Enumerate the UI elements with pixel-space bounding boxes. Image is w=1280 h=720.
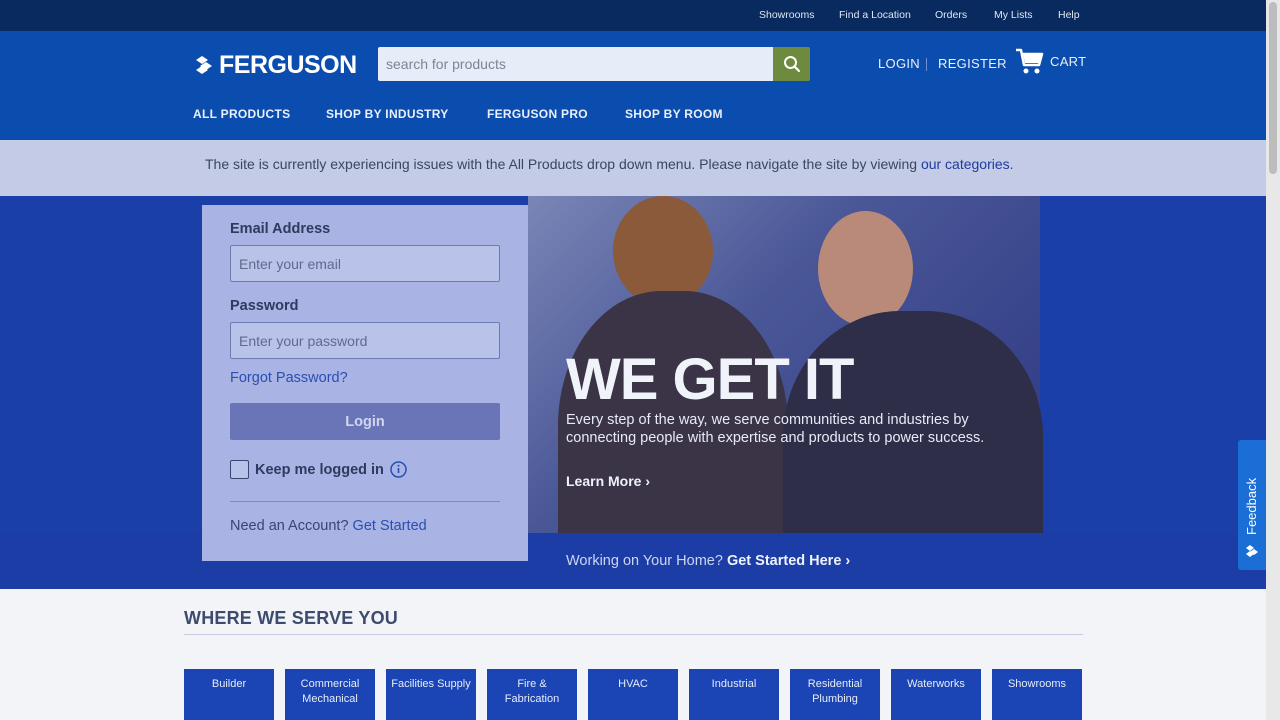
hero-person-right-head xyxy=(818,211,913,326)
serve-tile-facilities-supply[interactable]: Facilities Supply xyxy=(386,669,476,720)
password-field[interactable] xyxy=(230,322,500,359)
page-scrollbar[interactable] xyxy=(1266,0,1280,720)
cart-icon xyxy=(1016,48,1044,74)
keep-logged-in: Keep me logged in xyxy=(230,460,407,479)
working-on-home: Working on Your Home? Get Started Here › xyxy=(566,553,850,569)
nav-all-products[interactable]: ALL PRODUCTS xyxy=(193,107,290,121)
tile-label: Waterworks xyxy=(907,678,965,690)
tile-label: Commercial Mechanical xyxy=(300,678,360,705)
logo-text: FERGUSON xyxy=(219,50,357,79)
login-button[interactable]: Login xyxy=(230,403,500,440)
tile-label: Residential Plumbing xyxy=(807,678,863,705)
util-link-find-location[interactable]: Find a Location xyxy=(839,9,911,21)
info-icon[interactable] xyxy=(390,461,407,478)
password-label: Password xyxy=(230,298,299,314)
tile-label: HVAC xyxy=(618,678,648,690)
search-input[interactable] xyxy=(378,47,773,81)
util-link-showrooms[interactable]: Showrooms xyxy=(759,9,814,21)
serve-tile-showrooms[interactable]: Showrooms xyxy=(992,669,1082,720)
search-bar xyxy=(378,47,810,81)
register-link[interactable]: REGISTER xyxy=(938,56,1007,71)
alert-text: The site is currently experiencing issue… xyxy=(205,156,921,172)
serve-tile-industrial[interactable]: Industrial xyxy=(689,669,779,720)
feedback-label: Feedback xyxy=(1244,477,1259,535)
keep-logged-in-checkbox[interactable] xyxy=(230,460,249,479)
site-header: FERGUSON LOGIN REGISTER CART ALL PRODUCT… xyxy=(0,31,1266,140)
where-we-serve-title: WHERE WE SERVE YOU xyxy=(184,608,398,628)
hero-person-left-head xyxy=(613,196,713,306)
email-field[interactable] xyxy=(230,245,500,282)
hero-title: WE GET IT xyxy=(566,347,854,412)
ferguson-logo[interactable]: FERGUSON xyxy=(193,51,357,79)
cart-button[interactable]: CART xyxy=(1014,46,1086,76)
alert-message: The site is currently experiencing issue… xyxy=(205,156,1014,172)
card-divider xyxy=(230,501,500,502)
nav-shop-by-industry[interactable]: SHOP BY INDUSTRY xyxy=(326,107,449,121)
keep-logged-in-label: Keep me logged in xyxy=(255,461,384,478)
forgot-password-link[interactable]: Forgot Password? xyxy=(230,370,348,386)
feedback-tab[interactable]: Feedback xyxy=(1238,440,1266,570)
email-label: Email Address xyxy=(230,221,331,237)
tile-label: Facilities Supply xyxy=(391,678,471,690)
tile-label: Industrial xyxy=(711,678,757,690)
util-link-help[interactable]: Help xyxy=(1058,9,1080,21)
utility-bar: Showrooms Find a Location Orders My List… xyxy=(0,0,1266,31)
ferguson-logo-icon xyxy=(196,56,212,74)
scrollbar-thumb[interactable] xyxy=(1269,2,1277,174)
search-icon xyxy=(783,56,800,73)
tile-label: Fire & Fabrication xyxy=(504,678,560,705)
login-card: Email Address Password Forgot Password? … xyxy=(202,205,528,561)
serve-tile-hvac[interactable]: HVAC xyxy=(588,669,678,720)
hero-section: WE GET IT Every step of the way, we serv… xyxy=(0,196,1266,589)
tile-label: Showrooms xyxy=(1007,678,1067,690)
account-divider xyxy=(926,58,927,71)
hero-description: Every step of the way, we serve communit… xyxy=(566,412,985,446)
serve-tile-waterworks[interactable]: Waterworks xyxy=(891,669,981,720)
need-account: Need an Account? Get Started xyxy=(230,518,427,534)
site-alert-banner: The site is currently experiencing issue… xyxy=(0,140,1266,196)
get-started-link[interactable]: Get Started xyxy=(353,518,427,534)
working-prefix: Working on Your Home? xyxy=(566,553,723,569)
serve-divider xyxy=(184,634,1083,635)
nav-ferguson-pro[interactable]: FERGUSON PRO xyxy=(487,107,588,121)
search-button[interactable] xyxy=(773,47,810,81)
need-account-text: Need an Account? xyxy=(230,518,349,534)
util-link-my-lists[interactable]: My Lists xyxy=(994,9,1033,21)
serve-tile-commercial-mechanical[interactable]: Commercial Mechanical xyxy=(285,669,375,720)
learn-more-link[interactable]: Learn More › xyxy=(566,473,650,489)
tile-label: Builder xyxy=(211,678,247,690)
login-link[interactable]: LOGIN xyxy=(878,56,920,71)
util-link-orders[interactable]: Orders xyxy=(935,9,967,21)
nav-shop-by-room[interactable]: SHOP BY ROOM xyxy=(625,107,723,121)
serve-tile-residential-plumbing[interactable]: Residential Plumbing xyxy=(790,669,880,720)
cart-label: CART xyxy=(1050,53,1087,69)
serve-tile-builder[interactable]: Builder xyxy=(184,669,274,720)
alert-categories-link[interactable]: our categories xyxy=(921,156,1010,172)
serve-tile-fire-fabrication[interactable]: Fire & Fabrication xyxy=(487,669,577,720)
alert-period: . xyxy=(1009,156,1014,172)
get-started-here-link[interactable]: Get Started Here › xyxy=(727,553,850,569)
feedback-logo-icon xyxy=(1246,545,1258,557)
